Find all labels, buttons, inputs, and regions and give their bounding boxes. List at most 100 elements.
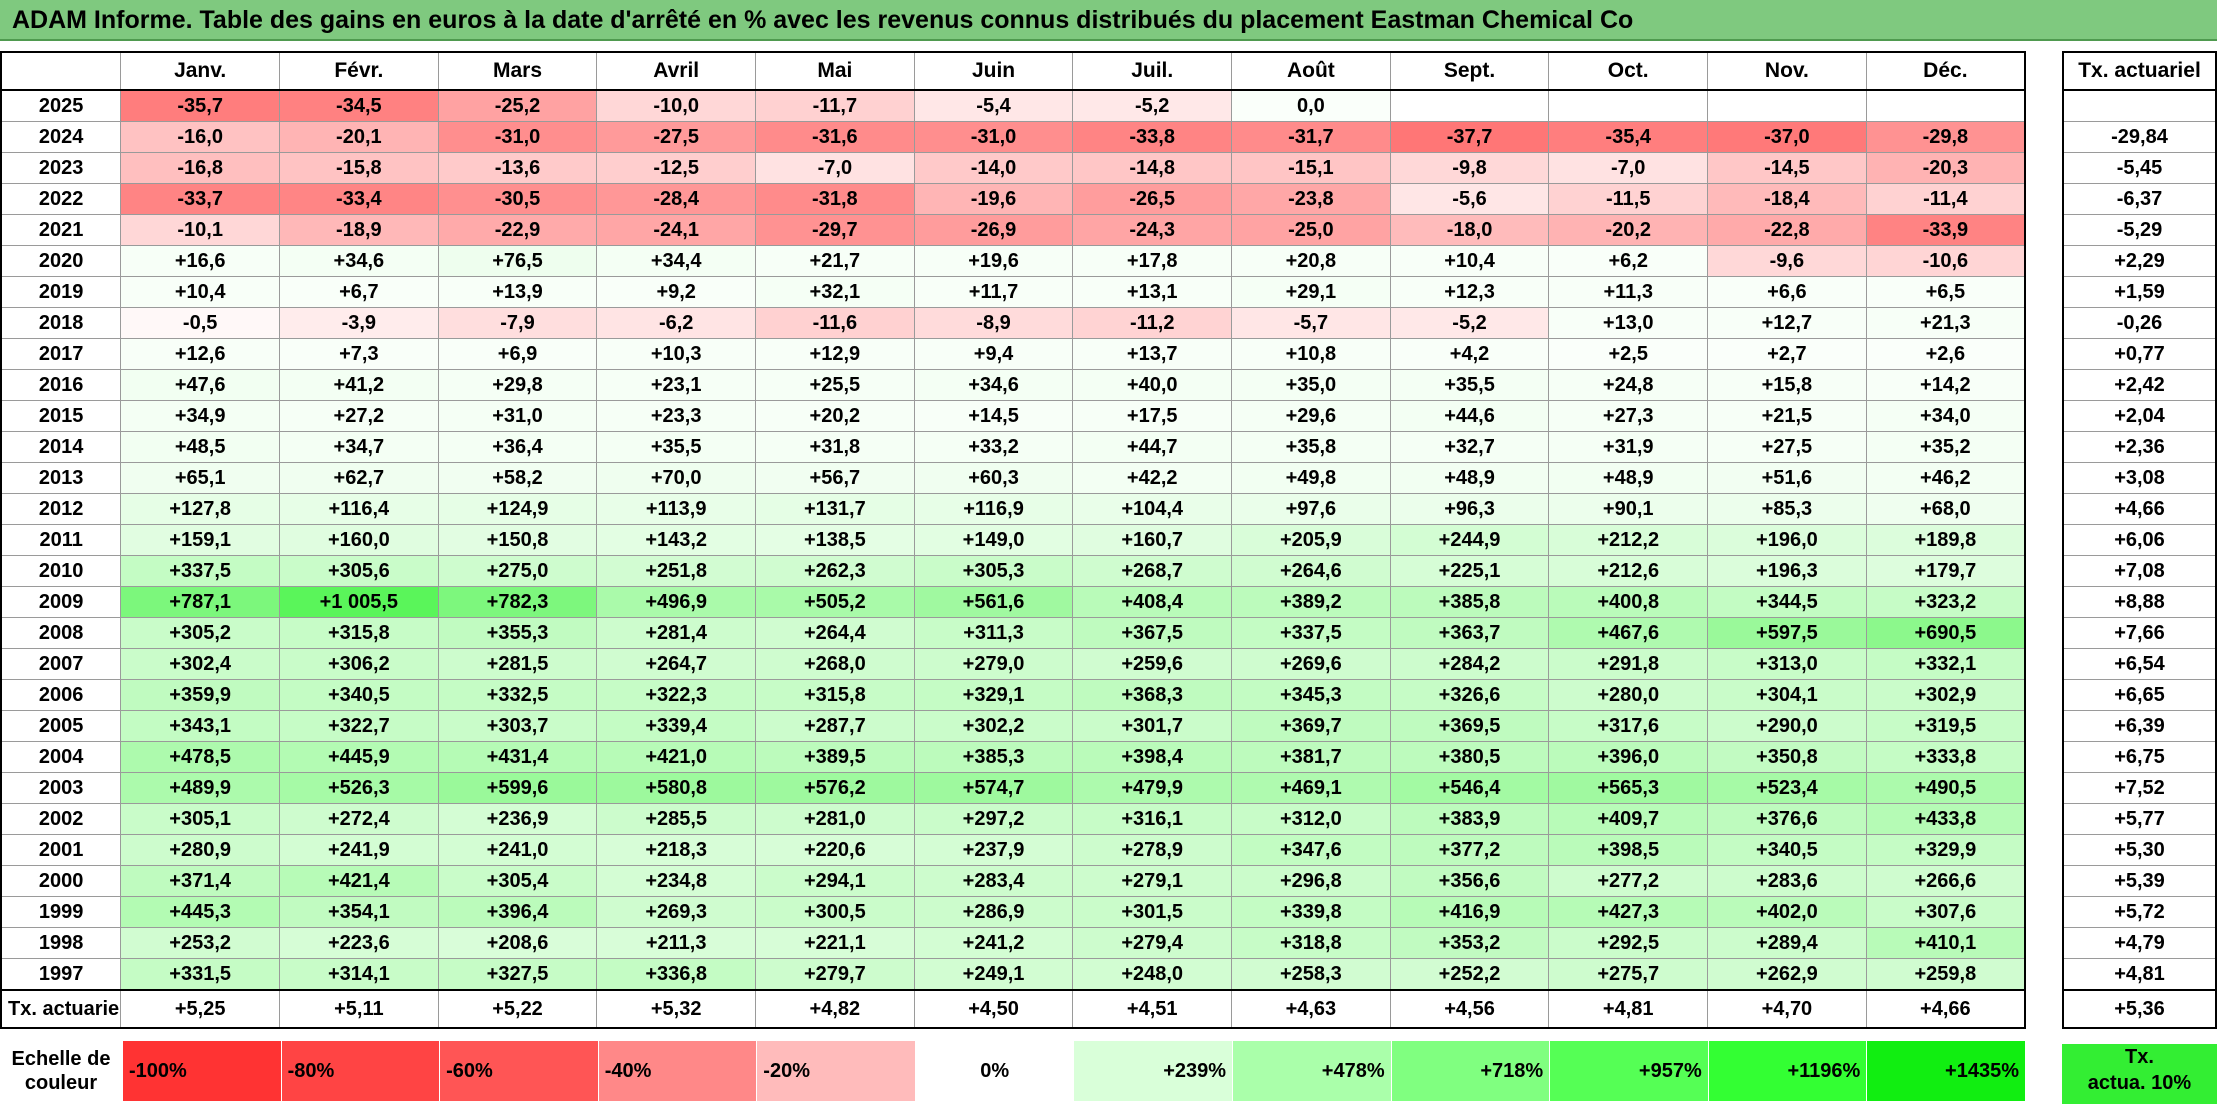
rate-cell: +7,66	[2062, 617, 2217, 649]
table-row: 2016 +47,6 +41,2 +29,8 +23,1 +25,5 +34,6 +40,0 +…	[0, 369, 2026, 401]
table-row: 2013 +65,1 +62,7 +58,2 +70,0 +56,7 +60,3 +42,2 +…	[0, 462, 2026, 494]
gain-cell: +32,1	[755, 276, 915, 308]
gain-cell: -22,9	[437, 214, 598, 246]
gain-cell: +280,0	[1548, 679, 1709, 711]
gain-cell: +34,4	[596, 245, 757, 277]
rate-cell: -29,84	[2062, 121, 2217, 153]
gain-cell: +381,7	[1231, 741, 1391, 773]
gain-cell: +31,0	[437, 400, 598, 432]
table-row: 2021 -10,1 -18,9 -22,9 -24,1 -29,7 -26,9 -24,3-…	[0, 214, 2026, 246]
gain-cell: +369,7	[1231, 710, 1391, 742]
year-cell: 2006	[0, 679, 122, 711]
footer-label: Tx. actuariel	[0, 989, 122, 1029]
gain-cell: +283,6	[1707, 865, 1867, 897]
gain-cell: +124,9	[437, 493, 598, 525]
table-row: 2003 +489,9 +526,3 +599,6 +580,8 +576,2 +574,7…	[0, 772, 2026, 804]
gain-cell: +32,7	[1389, 431, 1550, 463]
year-cell: 2025	[0, 89, 122, 122]
gain-cell: +347,6	[1231, 834, 1391, 866]
gain-cell: -37,7	[1389, 121, 1550, 153]
gain-cell: +266,6	[1865, 865, 2026, 897]
gain-cell: +10,8	[1231, 338, 1391, 370]
gain-cell: +6,9	[437, 338, 598, 370]
gain-cell: -10,6	[1865, 245, 2026, 277]
gain-cell: +10,4	[1389, 245, 1550, 277]
gain-cell: +383,9	[1389, 803, 1550, 835]
month-header: Nov.	[1707, 51, 1867, 91]
rate-cell: -6,37	[2062, 183, 2217, 215]
gain-cell: +13,0	[1548, 307, 1709, 339]
gain-cell: +389,5	[755, 741, 915, 773]
gain-cell: +279,4	[1072, 927, 1233, 959]
gain-cell: +389,2	[1231, 586, 1391, 618]
scale-step: -40%	[597, 1040, 758, 1102]
footer-rate-cell: +4,63	[1231, 989, 1391, 1029]
year-cell: 2021	[0, 214, 122, 246]
actuarial-rate-table: Tx. actuariel -29,84 -5,45 -6,37 -5,29 +2,29 +…	[2062, 51, 2217, 1029]
gain-cell: -31,7	[1231, 121, 1391, 153]
gain-cell: -23,8	[1231, 183, 1391, 215]
gain-cell: +345,3	[1231, 679, 1391, 711]
gain-cell: +1 005,5	[279, 586, 439, 618]
gain-cell	[1389, 89, 1550, 122]
gain-cell: +11,7	[913, 276, 1074, 308]
gains-table: Janv. Févr. Mars Avril Mai Juin Juil. Août Sept.…	[0, 51, 2026, 1029]
rate-cell: +5,30	[2062, 834, 2217, 866]
gain-cell: +16,6	[120, 245, 280, 277]
rate-cell: -5,45	[2062, 152, 2217, 184]
gain-cell: +44,6	[1389, 400, 1550, 432]
gain-cell: +307,6	[1865, 896, 2026, 928]
gain-cell: +305,4	[437, 865, 598, 897]
gain-cell: +304,1	[1707, 679, 1867, 711]
year-cell: 2012	[0, 493, 122, 525]
gain-cell: -35,4	[1548, 121, 1709, 153]
rate-cell: +7,08	[2062, 555, 2217, 587]
gain-cell: +354,1	[279, 896, 439, 928]
gain-cell: +275,7	[1548, 958, 1709, 991]
gain-cell: +27,2	[279, 400, 439, 432]
gain-cell: +113,9	[596, 493, 757, 525]
gain-cell: -18,0	[1389, 214, 1550, 246]
gain-cell: +258,3	[1231, 958, 1391, 991]
gain-cell: +268,7	[1072, 555, 1233, 587]
year-cell: 2019	[0, 276, 122, 308]
rate-cell: +2,29	[2062, 245, 2217, 277]
gain-cell: +301,5	[1072, 896, 1233, 928]
gain-cell: +279,7	[755, 958, 915, 991]
gain-cell: -9,8	[1389, 152, 1550, 184]
gain-cell: +6,6	[1707, 276, 1867, 308]
gain-cell: +131,7	[755, 493, 915, 525]
gain-cell: +196,3	[1707, 555, 1867, 587]
gain-cell: +46,2	[1865, 462, 2026, 494]
gain-cell: +14,5	[913, 400, 1074, 432]
year-cell: 2015	[0, 400, 122, 432]
rate-cell: +6,06	[2062, 524, 2217, 556]
scale-label: Echelle de couleur	[0, 1040, 123, 1102]
gain-cell: +337,5	[120, 555, 280, 587]
gain-cell: +179,7	[1865, 555, 2026, 587]
year-cell: 1997	[0, 958, 122, 991]
table-row: 2020 +16,6 +34,6 +76,5 +34,4 +21,7 +19,6 +17,8 +…	[0, 245, 2026, 277]
gain-cell: +33,2	[913, 431, 1074, 463]
gain-cell: +277,2	[1548, 865, 1709, 897]
gain-cell: -6,2	[596, 307, 757, 339]
gain-cell: +318,8	[1231, 927, 1391, 959]
scale-side-label-2: actua. 10%	[2087, 1072, 2192, 1094]
month-header: Juil.	[1072, 51, 1233, 91]
gain-cell: -15,8	[279, 152, 439, 184]
gain-cell: +327,5	[437, 958, 598, 991]
gain-cell: +323,2	[1865, 586, 2026, 618]
gain-cell: +431,4	[437, 741, 598, 773]
gain-cell: +21,3	[1865, 307, 2026, 339]
table-row: 2022 -33,7 -33,4 -30,5 -28,4 -31,8 -19,6 -26,5-…	[0, 183, 2026, 215]
gain-cell: +47,6	[120, 369, 280, 401]
gain-cell: +35,2	[1865, 431, 2026, 463]
rate-cell	[2062, 89, 2217, 122]
gain-cell: +34,7	[279, 431, 439, 463]
gain-cell: +385,3	[913, 741, 1074, 773]
table-row: 2000 +371,4 +421,4 +305,4 +234,8 +294,1 +283,4…	[0, 865, 2026, 897]
gain-cell: -31,0	[437, 121, 598, 153]
gain-cell: +29,6	[1231, 400, 1391, 432]
gain-cell: +42,2	[1072, 462, 1233, 494]
year-cell: 2022	[0, 183, 122, 215]
